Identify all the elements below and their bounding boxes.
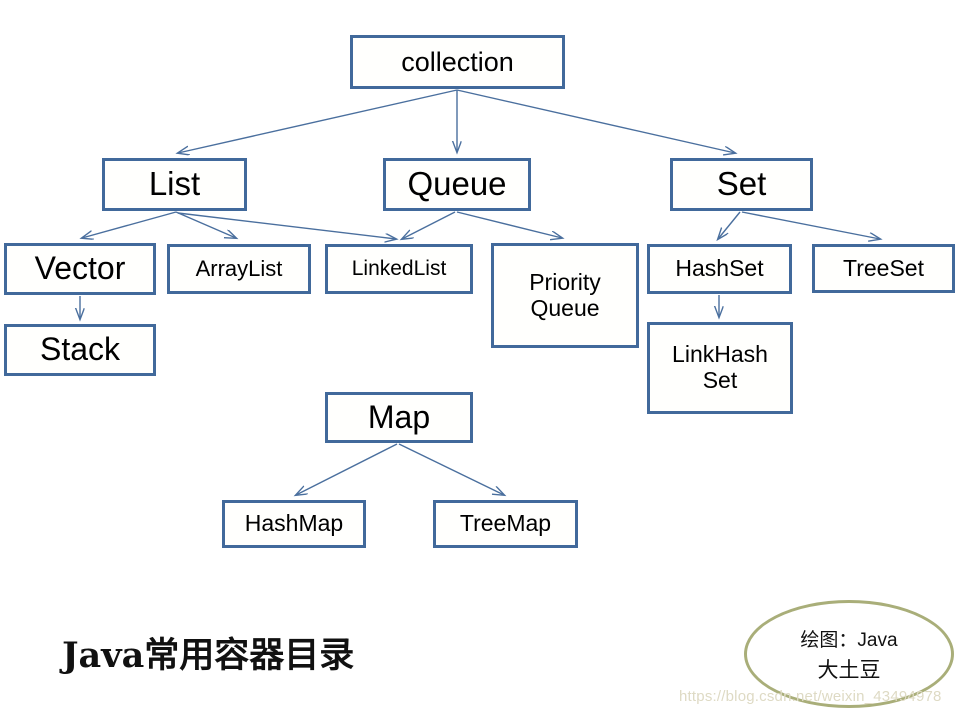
diagram-title: Java常用容器目录 <box>62 635 355 676</box>
edge-collection-set <box>456 89 735 153</box>
node-stack[interactable]: Stack <box>4 324 156 376</box>
edge-map-hashmap <box>296 443 398 495</box>
edge-list-arraylist <box>175 211 236 238</box>
node-linkedlist[interactable]: LinkedList <box>325 244 473 294</box>
node-hashset[interactable]: HashSet <box>647 244 792 294</box>
node-linkhashset[interactable]: LinkHash Set <box>647 322 793 414</box>
edge-list-linkedlist <box>177 212 396 239</box>
node-treeset[interactable]: TreeSet <box>812 244 955 293</box>
edge-list-vector <box>82 211 177 238</box>
edge-set-treeset <box>741 211 880 239</box>
edge-set-hashset <box>718 211 741 239</box>
node-queue[interactable]: Queue <box>383 158 531 211</box>
credit-author-label: 绘图：Java <box>800 629 898 651</box>
node-vector[interactable]: Vector <box>4 243 156 295</box>
edge-collection-list <box>178 89 458 153</box>
credit-author-name: 大土豆 <box>817 658 881 682</box>
node-hashmap[interactable]: HashMap <box>222 500 366 548</box>
node-list[interactable]: List <box>102 158 247 211</box>
edge-map-treemap <box>398 443 504 495</box>
node-set[interactable]: Set <box>670 158 813 211</box>
node-arraylist[interactable]: ArrayList <box>167 244 311 294</box>
diagram-canvas: collection List Queue Set Vector ArrayLi… <box>0 0 960 720</box>
node-priority-queue[interactable]: Priority Queue <box>491 243 639 348</box>
edge-queue-linkedlist <box>402 211 456 239</box>
edge-queue-priorityqueue <box>456 211 562 238</box>
node-map[interactable]: Map <box>325 392 473 443</box>
watermark-url: https://blog.csdn.net/weixin_43494978 <box>679 688 942 705</box>
node-treemap[interactable]: TreeMap <box>433 500 578 548</box>
node-collection[interactable]: collection <box>350 35 565 89</box>
